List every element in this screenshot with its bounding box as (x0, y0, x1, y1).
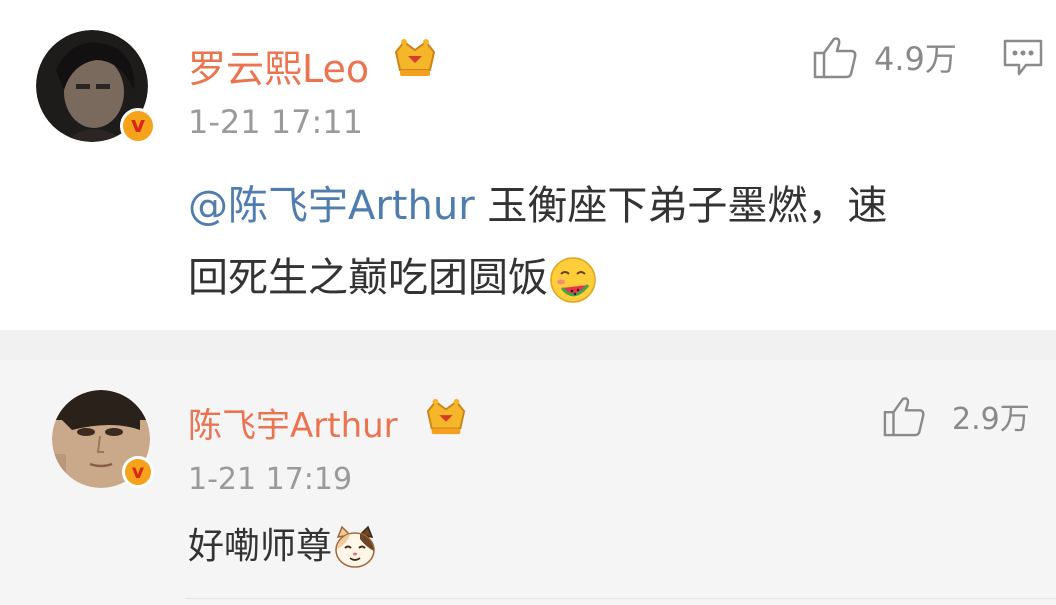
comment-line: 回死生之巅吃团圆饭 (188, 242, 1028, 314)
mention-link[interactable]: @陈飞宇Arthur (188, 183, 475, 229)
crown-vip-icon (426, 398, 466, 435)
cat-emoji (335, 525, 375, 568)
timestamp: 1-21 17:11 (188, 103, 364, 141)
like-button[interactable]: 2.9万 (882, 394, 1030, 438)
reply-comment: v 陈飞宇Arthur 1-21 17:19 2.9万 好嘞师尊 (0, 360, 1056, 605)
comment-line: @陈飞宇Arthur 玉衡座下弟子墨燃，速 (188, 170, 1028, 242)
thumbs-up-icon (813, 37, 857, 79)
comment-text-part: 好嘞师尊 (188, 526, 333, 567)
thumbs-up-icon (883, 397, 925, 437)
main-comment: v 罗云熙Leo 1-21 17:11 4.9万 @陈飞宇Arthur 玉衡座下… (0, 0, 1056, 330)
comment-body: @陈飞宇Arthur 玉衡座下弟子墨燃，速 回死生之巅吃团圆饭 (188, 170, 1028, 314)
username[interactable]: 陈飞宇Arthur (188, 398, 398, 447)
like-button[interactable]: 4.9万 (812, 34, 957, 80)
comment-body: 好嘞师尊 (188, 512, 988, 582)
comment-icon[interactable] (1002, 38, 1044, 78)
avatar[interactable]: v (36, 30, 156, 144)
like-count: 4.9万 (874, 40, 957, 78)
username[interactable]: 罗云熙Leo (188, 38, 369, 93)
verified-v-icon: v (122, 456, 154, 488)
watermelon-eating-emoji (550, 257, 596, 303)
like-count: 2.9万 (952, 402, 1030, 437)
crown-vip-icon (394, 39, 436, 76)
avatar[interactable]: v (52, 390, 154, 488)
comment-text-part: 玉衡座下弟子墨燃，速 (474, 183, 888, 229)
weibo-comment-thread: v 罗云熙Leo 1-21 17:11 4.9万 @陈飞宇Arthur 玉衡座下… (0, 0, 1056, 605)
row-divider (185, 598, 1056, 599)
verified-v-icon: v (120, 108, 156, 144)
section-separator (0, 330, 1056, 360)
timestamp: 1-21 17:19 (188, 462, 353, 497)
comment-text-part: 回死生之巅吃团圆饭 (188, 255, 548, 301)
